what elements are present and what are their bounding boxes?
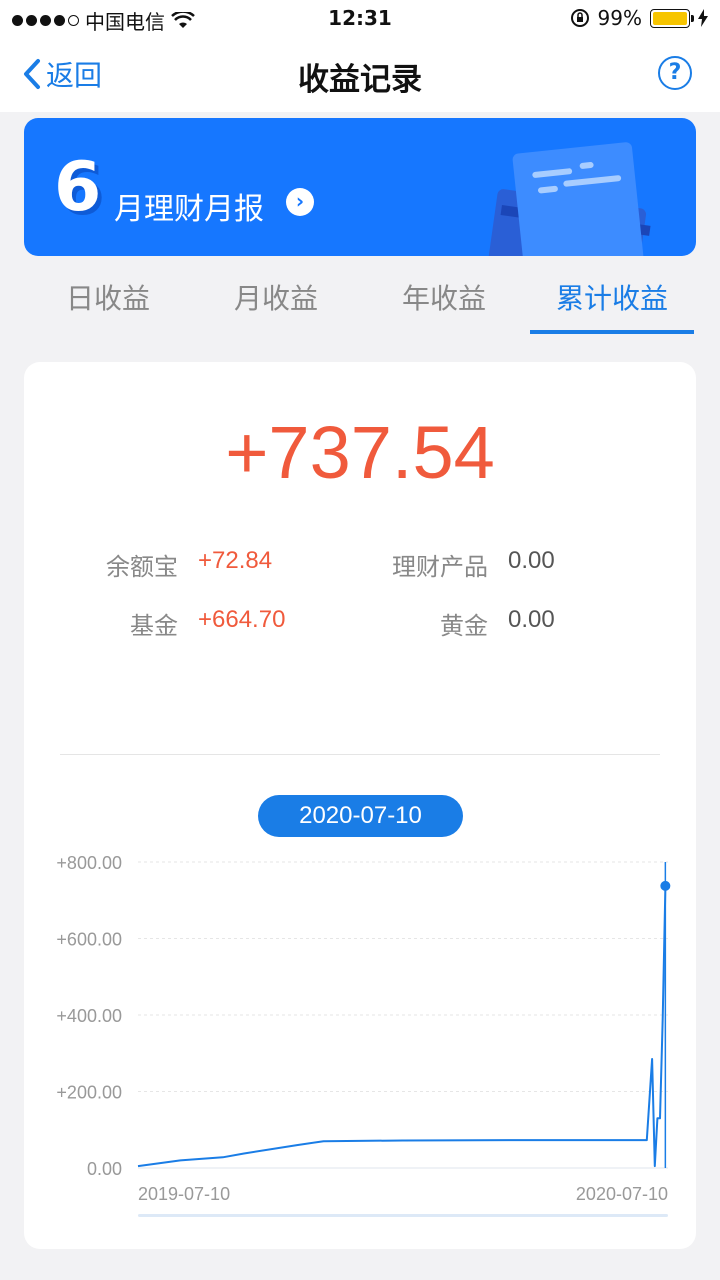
- report-month-number: 6: [54, 148, 102, 227]
- monthly-report-banner[interactable]: 6 月理财月报 ›: [24, 118, 696, 256]
- breakdown-label: 基金: [130, 612, 178, 640]
- selected-date-pill: 2020-07-10: [258, 795, 463, 837]
- total-earnings: +737.54: [225, 411, 495, 494]
- y-tick-label: +400.00: [56, 1006, 122, 1026]
- tab-monthly[interactable]: 月收益: [192, 268, 360, 334]
- earnings-chart[interactable]: +800.00 +600.00 +400.00 +200.00 0.00 2019-07-…: [24, 852, 696, 1252]
- battery-icon: [650, 8, 694, 28]
- tab-cumulative[interactable]: 累计收益: [528, 268, 696, 334]
- nav-bar: 返回 收益记录 ?: [0, 40, 720, 112]
- help-button[interactable]: ?: [658, 56, 692, 90]
- battery-percent: 99%: [597, 6, 642, 30]
- status-right: 99%: [570, 6, 708, 30]
- rotation-lock-icon: [570, 9, 589, 27]
- y-tick-label: +200.00: [56, 1083, 122, 1103]
- y-tick-label: +600.00: [56, 930, 122, 950]
- breakdown-value: 0.00: [508, 606, 555, 633]
- x-tick-label: 2020-07-10: [576, 1184, 668, 1204]
- earnings-card: +737.54 余额宝 +72.84 理财产品 0.00 基金 +664.70 …: [24, 362, 696, 1249]
- status-bar: 中国电信 12:31 99%: [0, 0, 720, 40]
- tab-daily[interactable]: 日收益: [24, 268, 192, 334]
- breakdown-value: +72.84: [198, 547, 273, 574]
- x-tick-label: 2019-07-10: [138, 1184, 230, 1204]
- breakdown-value: +664.70: [198, 606, 286, 633]
- highlight-point: [660, 880, 671, 891]
- divider: [60, 754, 660, 755]
- breakdown-label: 理财产品: [392, 553, 488, 581]
- breakdown-value: 0.00: [508, 547, 555, 574]
- breakdown-label: 余额宝: [106, 553, 178, 581]
- y-tick-label: +800.00: [56, 853, 122, 873]
- breakdown-label: 黄金: [440, 612, 488, 640]
- tab-yearly[interactable]: 年收益: [360, 268, 528, 334]
- period-tabs: 日收益 月收益 年收益 累计收益: [24, 268, 696, 334]
- y-tick-label: 0.00: [87, 1159, 122, 1179]
- report-title: 月理财月报: [114, 192, 264, 227]
- chevron-right-icon: ›: [286, 188, 314, 216]
- page-title: 收益记录: [298, 62, 422, 98]
- charging-icon: [698, 9, 708, 27]
- series-line: [137, 885, 667, 1168]
- chart-scrollbar: [138, 1214, 668, 1217]
